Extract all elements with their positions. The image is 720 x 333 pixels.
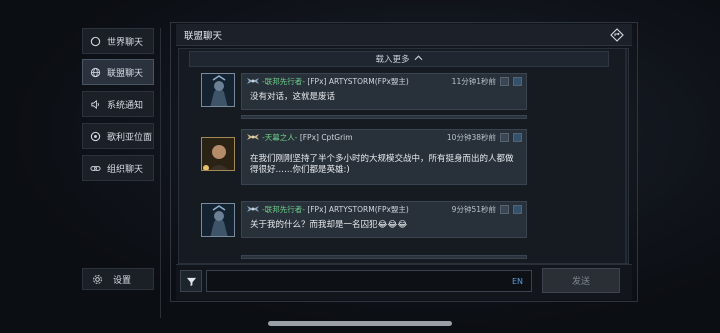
rank-wings-icon (246, 133, 260, 141)
share-icon[interactable] (500, 132, 509, 142)
rank-wings-icon (246, 205, 260, 213)
sidebar-item-label: 歌利亚位面 (107, 132, 153, 143)
chat-message-list[interactable]: 载入更多 -联邦先行者- [FPx] ARTYSTORM(FPx盟主) 11分钟… (178, 48, 629, 264)
sidebar-item-world-chat[interactable]: 世界聊天 (82, 28, 154, 54)
sender-name[interactable]: -联邦先行者- [FPx] ARTYSTORM(FPx盟主) (262, 204, 409, 215)
message-time: 10分钟38秒前 (446, 132, 496, 142)
avatar[interactable] (201, 137, 235, 171)
sender-name[interactable]: -联邦先行者- [FPx] ARTYSTORM(FPx盟主) (262, 76, 409, 87)
speaker-icon (89, 98, 101, 110)
settings-label: 设置 (113, 275, 132, 286)
message-time: 9分钟51秒前 (451, 204, 496, 214)
sender-label: [FPx] CptGrim (299, 132, 353, 142)
message-time: 11分钟1秒前 (451, 76, 496, 86)
gear-icon (91, 273, 103, 285)
share-icon[interactable] (500, 76, 509, 86)
message-text: 没有对话，这就是废话 (250, 92, 336, 102)
input-language-label: EN (511, 276, 523, 286)
chevron-up-icon (414, 54, 423, 64)
sender-name[interactable]: -天幕之人- [FPx] CptGrim (262, 132, 353, 143)
message-bubble: -天幕之人- [FPx] CptGrim 10分钟38秒前 在我们刚刚坚持了半个… (241, 129, 527, 185)
sidebar-item-label: 世界聊天 (107, 37, 144, 48)
chat-scrollbar[interactable] (625, 49, 627, 263)
sender-title-tag: -天幕之人- (262, 132, 298, 142)
message-separator (241, 255, 527, 259)
sidebar-item-label: 组织聊天 (107, 164, 144, 175)
send-label: 发送 (571, 277, 590, 287)
share-icon[interactable] (500, 204, 509, 214)
chat-input-field[interactable]: EN (206, 270, 532, 292)
avatar[interactable] (201, 203, 235, 237)
planet-refresh-icon (89, 130, 101, 142)
diamond-arrow-icon[interactable] (610, 28, 624, 42)
message-separator (241, 115, 527, 119)
load-more-button[interactable]: 载入更多 (189, 51, 609, 67)
settings-button[interactable]: 设置 (82, 268, 154, 290)
load-more-label: 载入更多 (375, 55, 410, 65)
message-bubble: -联邦先行者- [FPx] ARTYSTORM(FPx盟主) 9分钟51秒前 关… (241, 201, 527, 238)
message-text: 关于我的什么？而我却是一名囚犯😂😂😂 (250, 220, 408, 230)
home-indicator[interactable] (268, 321, 452, 326)
sidebar-item-alliance-chat[interactable]: 联盟聊天 (82, 59, 154, 85)
message-bubble: -联邦先行者- [FPx] ARTYSTORM(FPx盟主) 11分钟1秒前 没… (241, 73, 527, 110)
send-button[interactable]: 发送 (542, 268, 620, 293)
sender-label: [FPx] ARTYSTORM(FPx盟主) (307, 76, 409, 86)
chat-header: 联盟聊天 (176, 24, 632, 46)
sidebar-item-system-notice[interactable]: 系统通知 (82, 91, 154, 117)
globe-icon (89, 66, 101, 78)
message-text: 在我们刚刚坚持了半个多小时的大规模交战中，所有挺身而出的人都做得很好……你们都是… (250, 154, 514, 175)
page-title: 联盟聊天 (184, 30, 223, 42)
link-icon (89, 162, 101, 174)
sender-title-tag: -联邦先行者- (262, 76, 305, 86)
globe-refresh-icon (89, 35, 101, 47)
translate-icon[interactable] (513, 132, 522, 142)
sidebar-item-goliath-plane[interactable]: 歌利亚位面 (82, 123, 154, 149)
translate-icon[interactable] (513, 76, 522, 86)
sidebar-item-org-chat[interactable]: 组织聊天 (82, 155, 154, 181)
avatar[interactable] (201, 73, 235, 107)
sender-title-tag: -联邦先行者- (262, 204, 305, 214)
translate-icon[interactable] (513, 204, 522, 214)
filter-icon (186, 272, 197, 291)
filter-button[interactable] (180, 270, 202, 292)
sender-label: [FPx] ARTYSTORM(FPx盟主) (307, 204, 409, 214)
sidebar-item-label: 系统通知 (107, 100, 144, 111)
rank-wings-icon (246, 77, 260, 85)
sidebar-item-label: 联盟聊天 (107, 68, 144, 79)
sidebar-divider (160, 28, 161, 318)
